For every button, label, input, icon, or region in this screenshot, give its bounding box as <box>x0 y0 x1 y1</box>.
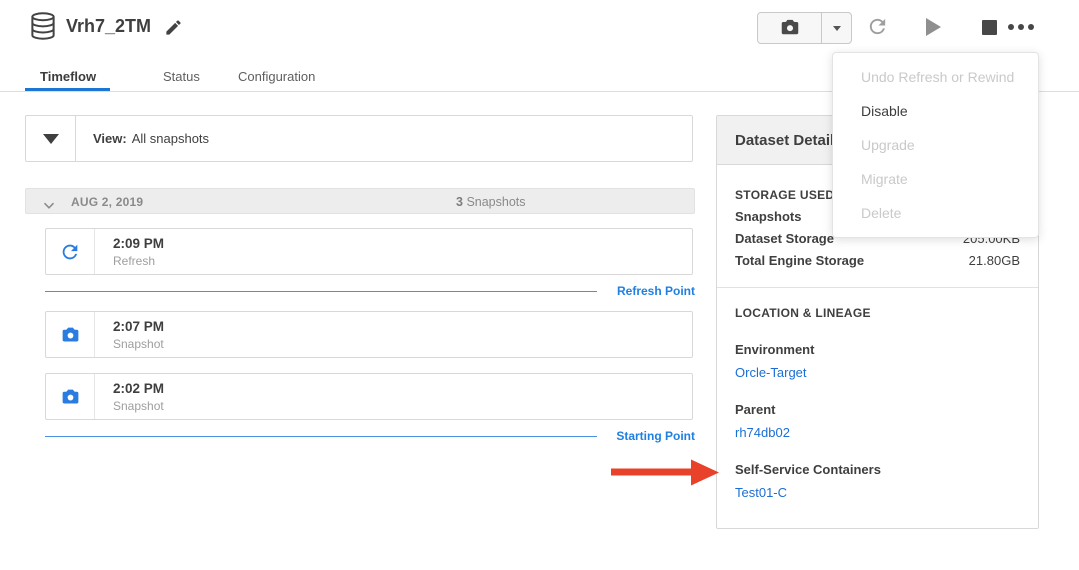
view-filter-bar[interactable]: View: All snapshots <box>25 115 693 162</box>
entry-time: 2:02 PM <box>113 381 164 396</box>
entry-time: 2:09 PM <box>113 236 164 251</box>
date-group-label: AUG 2, 2019 <box>71 195 143 209</box>
entry-type: Snapshot <box>113 399 164 413</box>
tab-status[interactable]: Status <box>163 69 200 84</box>
parent-label: Parent <box>735 402 1020 417</box>
ellipsis-icon <box>1008 24 1014 30</box>
entry-type: Snapshot <box>113 337 164 351</box>
marker-label: Refresh Point <box>617 284 695 298</box>
timeline-entry-snapshot[interactable]: 2:07 PM Snapshot <box>45 311 693 358</box>
camera-icon <box>779 16 801 41</box>
more-actions-button[interactable] <box>1008 24 1034 30</box>
marker-line <box>45 291 597 292</box>
actions-dropdown-menu: Undo Refresh or Rewind Disable Upgrade M… <box>832 52 1039 238</box>
tab-timeflow[interactable]: Timeflow <box>40 69 96 84</box>
play-icon <box>926 18 941 36</box>
refresh-point-marker: Refresh Point <box>45 283 695 299</box>
starting-point-marker: Starting Point <box>45 428 695 444</box>
panel-divider <box>717 287 1038 288</box>
view-filter-text: View: All snapshots <box>76 116 209 161</box>
chevron-down-icon <box>43 197 55 215</box>
refresh-icon <box>46 229 95 274</box>
snapshot-count: 3 Snapshots <box>456 195 526 209</box>
camera-icon <box>46 312 95 357</box>
database-icon <box>28 11 58 46</box>
edit-pencil-icon[interactable] <box>164 18 183 40</box>
refresh-dataset-button[interactable] <box>866 15 889 41</box>
view-value: All snapshots <box>132 131 209 146</box>
date-group-header[interactable]: AUG 2, 2019 3 Snapshots <box>25 188 695 214</box>
caret-down-icon <box>833 26 841 31</box>
view-dropdown-toggle[interactable] <box>26 116 76 161</box>
snapshot-split-button <box>757 12 852 44</box>
menu-item-delete: Delete <box>833 196 1038 230</box>
menu-item-undo-refresh-or-rewind: Undo Refresh or Rewind <box>833 60 1038 94</box>
menu-item-upgrade: Upgrade <box>833 128 1038 162</box>
storage-row: Total Engine Storage 21.80GB <box>735 253 1020 268</box>
self-service-container-link[interactable]: Test01-C <box>735 485 1020 500</box>
page-title: Vrh7_2TM <box>66 16 151 37</box>
environment-label: Environment <box>735 342 1020 357</box>
take-snapshot-button[interactable] <box>758 13 822 43</box>
timeline-entry-refresh[interactable]: 2:09 PM Refresh <box>45 228 693 275</box>
entry-time: 2:07 PM <box>113 319 164 334</box>
menu-item-disable[interactable]: Disable <box>833 94 1038 128</box>
snapshot-options-button[interactable] <box>822 13 851 43</box>
refresh-icon <box>866 26 889 41</box>
dataset-timeflow-screen: Vrh7_2TM <box>0 0 1079 570</box>
stop-icon <box>982 20 997 35</box>
marker-line <box>45 436 597 437</box>
start-dataset-button[interactable] <box>926 18 941 36</box>
menu-item-migrate: Migrate <box>833 162 1038 196</box>
environment-link[interactable]: Orcle-Target <box>735 365 1020 380</box>
location-lineage-heading: LOCATION & LINEAGE <box>735 306 1020 320</box>
stop-dataset-button[interactable] <box>982 20 997 35</box>
view-label: View: <box>93 131 127 146</box>
camera-icon <box>46 374 95 419</box>
triangle-down-icon <box>43 134 59 144</box>
parent-link[interactable]: rh74db02 <box>735 425 1020 440</box>
marker-label: Starting Point <box>616 429 695 443</box>
self-service-containers-label: Self-Service Containers <box>735 462 1020 477</box>
red-arrow-annotation <box>606 457 721 493</box>
entry-type: Refresh <box>113 254 164 268</box>
tab-configuration[interactable]: Configuration <box>238 69 315 84</box>
timeline-entry-snapshot[interactable]: 2:02 PM Snapshot <box>45 373 693 420</box>
